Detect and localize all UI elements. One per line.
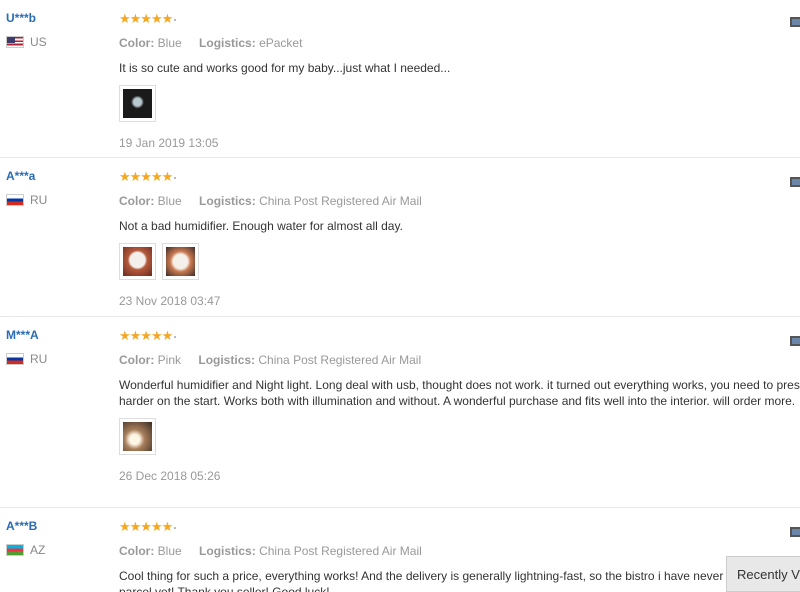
review-text: Cool thing for such a price, everything … bbox=[119, 569, 783, 592]
review-date: 23 Nov 2018 03:47 bbox=[119, 294, 221, 308]
review-photo-thumbnail[interactable] bbox=[162, 243, 199, 280]
star-rating: ★★★★★ bbox=[119, 169, 800, 185]
logistics-label: Logistics: bbox=[199, 194, 256, 208]
review-body: ★★★★★ Color: Blue Logistics: China Post … bbox=[119, 519, 800, 592]
review-item: M***A RU ★★★★★ Color: Pink Logistics: Ch… bbox=[0, 317, 800, 508]
review-item: A***a RU ★★★★★ Color: Blue Logistics: Ch… bbox=[0, 158, 800, 317]
logistics-label: Logistics: bbox=[198, 353, 256, 367]
reviewer-info: U***b US bbox=[6, 11, 106, 49]
review-photo-thumbnail[interactable] bbox=[119, 85, 156, 122]
reviewer-name[interactable]: A***B bbox=[6, 519, 106, 533]
review-attributes: Color: Blue Logistics: ePacket bbox=[119, 36, 800, 50]
review-attributes: Color: Pink Logistics: China Post Regist… bbox=[119, 353, 800, 367]
az-flag-icon bbox=[6, 544, 24, 556]
ru-flag-icon bbox=[6, 194, 24, 206]
color-value: Blue bbox=[157, 544, 182, 558]
thumbs-up-icon[interactable] bbox=[790, 527, 800, 537]
logistics-value: China Post Registered Air Mail bbox=[259, 194, 422, 208]
review-attributes: Color: Blue Logistics: China Post Regist… bbox=[119, 544, 800, 558]
reviewer-country: US bbox=[6, 35, 106, 49]
color-label: Color: bbox=[119, 544, 155, 558]
country-code: US bbox=[30, 35, 47, 49]
thumbs-up-icon[interactable] bbox=[790, 336, 800, 346]
reviewer-name[interactable]: A***a bbox=[6, 169, 106, 183]
color-value: Blue bbox=[157, 36, 182, 50]
color-value: Blue bbox=[157, 194, 182, 208]
review-photo-thumbnail[interactable] bbox=[119, 418, 156, 455]
country-code: AZ bbox=[30, 543, 46, 557]
color-label: Color: bbox=[119, 353, 155, 367]
star-rating: ★★★★★ bbox=[119, 519, 800, 535]
logistics-value: ePacket bbox=[259, 36, 303, 50]
reviewer-country: RU bbox=[6, 352, 106, 366]
review-attributes: Color: Blue Logistics: China Post Regist… bbox=[119, 194, 800, 208]
logistics-value: China Post Registered Air Mail bbox=[259, 544, 422, 558]
review-body: ★★★★★ Color: Blue Logistics: China Post … bbox=[119, 169, 800, 308]
star-rating: ★★★★★ bbox=[119, 328, 800, 344]
us-flag-icon bbox=[6, 36, 24, 48]
review-text: Wonderful humidifier and Night light. Lo… bbox=[119, 378, 800, 408]
reviewer-info: M***A RU bbox=[6, 328, 106, 366]
recently-viewed-tab[interactable]: Recently Viewed bbox=[726, 556, 800, 592]
review-date: 19 Jan 2019 13:05 bbox=[119, 136, 219, 150]
reviewer-info: A***B AZ bbox=[6, 519, 106, 557]
color-label: Color: bbox=[119, 194, 155, 208]
review-photos bbox=[119, 243, 800, 280]
star-rating: ★★★★★ bbox=[119, 11, 800, 27]
reviewer-name[interactable]: U***b bbox=[6, 11, 106, 25]
thumbs-up-icon[interactable] bbox=[790, 177, 800, 187]
review-body: ★★★★★ Color: Blue Logistics: ePacket It … bbox=[119, 11, 800, 150]
country-code: RU bbox=[30, 352, 48, 366]
color-value: Pink bbox=[157, 353, 182, 367]
ru-flag-icon bbox=[6, 353, 24, 365]
review-photo-thumbnail[interactable] bbox=[119, 243, 156, 280]
review-body: ★★★★★ Color: Pink Logistics: China Post … bbox=[119, 328, 800, 483]
review-photos bbox=[119, 418, 800, 455]
review-item: A***B AZ ★★★★★ Color: Blue Logistics: Ch… bbox=[0, 508, 800, 592]
color-label: Color: bbox=[119, 36, 155, 50]
logistics-label: Logistics: bbox=[199, 36, 256, 50]
reviewer-country: RU bbox=[6, 193, 106, 207]
reviewer-country: AZ bbox=[6, 543, 106, 557]
review-photos bbox=[119, 85, 800, 122]
country-code: RU bbox=[30, 193, 48, 207]
logistics-label: Logistics: bbox=[199, 544, 256, 558]
reviewer-info: A***a RU bbox=[6, 169, 106, 207]
reviewer-name[interactable]: M***A bbox=[6, 328, 106, 342]
review-text: It is so cute and works good for my baby… bbox=[119, 61, 451, 75]
review-date: 26 Dec 2018 05:26 bbox=[119, 469, 221, 483]
review-text: Not a bad humidifier. Enough water for a… bbox=[119, 219, 403, 233]
review-item: U***b US ★★★★★ Color: Blue Logistics: eP… bbox=[0, 0, 800, 158]
thumbs-up-icon[interactable] bbox=[790, 17, 800, 27]
logistics-value: China Post Registered Air Mail bbox=[258, 353, 422, 367]
